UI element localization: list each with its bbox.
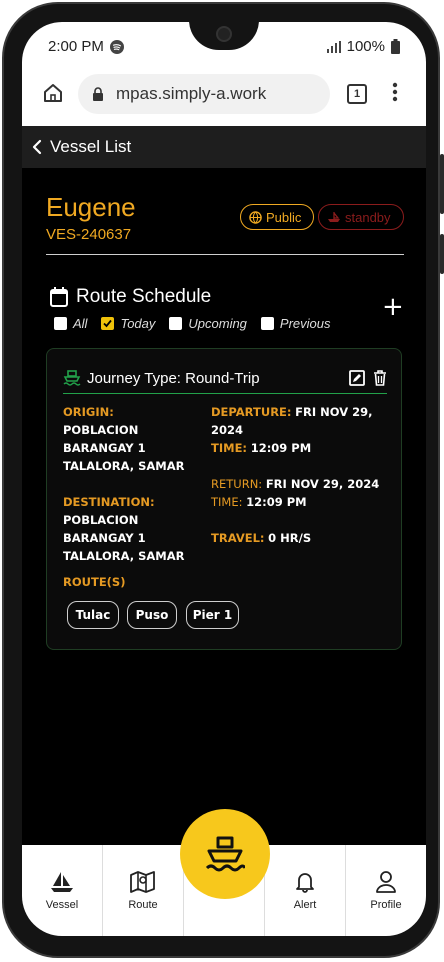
destination-block: DESTINATION: POBLACION BARANGAY 1 TALALO… — [63, 493, 185, 565]
origin-line-1: POBLACION — [63, 423, 139, 437]
map-icon — [130, 870, 155, 893]
filter-today-label: Today — [120, 316, 156, 331]
route-chip-pier-1[interactable]: Pier 1 — [186, 601, 239, 629]
edit-icon[interactable] — [349, 370, 365, 386]
more-options-icon[interactable] — [392, 82, 398, 102]
volume-button — [440, 234, 444, 274]
card-header: Journey Type: Round-Trip — [63, 365, 387, 391]
checkbox-upcoming[interactable] — [169, 317, 183, 330]
signal-icon — [326, 40, 341, 53]
phone-frame: 2:00 PM 100% mpas.simply-a.work 1 Vessel… — [2, 2, 444, 958]
ferry-icon — [63, 370, 81, 386]
nav-vessel-label: Vessel — [45, 898, 79, 911]
home-icon[interactable] — [42, 82, 64, 104]
user-icon — [376, 870, 396, 893]
nav-profile[interactable]: Profile — [346, 845, 426, 936]
destination-line-1: POBLACION — [63, 513, 139, 527]
ferry-fab-button[interactable] — [180, 809, 270, 899]
origin-block: ORIGIN: POBLACION BARANGAY 1 TALALORA, S… — [63, 403, 185, 475]
ferry-fab-icon — [205, 836, 245, 872]
vessel-id: VES-240637 — [46, 226, 132, 243]
lock-icon — [93, 87, 103, 101]
trash-icon[interactable] — [373, 370, 387, 386]
battery-percent: 100% — [346, 38, 385, 55]
screen: 2:00 PM 100% mpas.simply-a.work 1 Vessel… — [22, 22, 426, 936]
battery-icon — [391, 39, 400, 54]
nav-profile-label: Profile — [370, 898, 402, 911]
departure-time-label: TIME: — [211, 441, 248, 455]
checkbox-previous[interactable] — [260, 317, 274, 330]
route-schedule-title: Route Schedule — [76, 286, 212, 307]
public-badge[interactable]: Public — [240, 204, 314, 230]
route-chip-tulac[interactable]: Tulac — [67, 601, 119, 629]
return-block: RETURN: FRI NOV 29, 2024 TIME: 12:09 PM — [211, 475, 391, 511]
return-label: RETURN: — [211, 477, 263, 491]
route-schedule-heading: Route Schedule — [50, 286, 211, 308]
url-text: mpas.simply-a.work — [116, 84, 267, 103]
filter-upcoming-label: Upcoming — [188, 316, 247, 331]
nav-vessel[interactable]: Vessel — [22, 845, 103, 936]
schedule-filters: All Today Upcoming Previous — [54, 316, 345, 331]
filter-all[interactable]: All — [54, 316, 87, 331]
header-divider — [46, 254, 404, 255]
destination-line-2: BARANGAY 1 — [63, 531, 146, 545]
vessel-name: Eugene — [46, 192, 136, 222]
return-time: 12:09 PM — [246, 495, 307, 509]
origin-line-3: TALALORA, SAMAR — [63, 459, 185, 473]
departure-year: 2024 — [211, 423, 244, 437]
filter-upcoming[interactable]: Upcoming — [169, 316, 247, 331]
globe-icon — [249, 210, 262, 224]
back-label: Vessel List — [50, 137, 132, 156]
filter-previous[interactable]: Previous — [260, 316, 331, 331]
public-label: Public — [266, 209, 302, 225]
status-time: 2:00 PM — [48, 38, 104, 55]
card-header-underline — [63, 393, 387, 394]
journey-type: Journey Type: Round-Trip — [87, 369, 260, 387]
travel-block: TRAVEL: 0 HR/S — [211, 529, 311, 547]
camera-icon — [216, 26, 232, 42]
checkbox-all[interactable] — [54, 317, 67, 330]
standby-badge[interactable]: standby — [318, 204, 404, 230]
sailboat-icon — [51, 871, 73, 892]
nav-route[interactable]: Route — [103, 845, 184, 936]
origin-line-2: BARANGAY 1 — [63, 441, 146, 455]
chevron-left-icon — [32, 139, 42, 155]
departure-block: DEPARTURE: FRI NOV 29, 2024 TIME: 12:09 … — [211, 403, 391, 457]
return-time-label: TIME: — [211, 495, 243, 509]
nav-route-label: Route — [128, 898, 158, 911]
schedule-card: Journey Type: Round-Trip ORIGIN: POBLACI… — [46, 348, 402, 650]
routes-block: ROUTE(S) — [63, 573, 125, 591]
nav-alert[interactable]: Alert — [265, 845, 346, 936]
tab-switcher-button[interactable]: 1 — [347, 84, 367, 104]
ship-icon — [328, 212, 340, 222]
calendar-icon — [50, 287, 68, 307]
add-schedule-button[interactable]: + — [382, 292, 404, 322]
filter-previous-label: Previous — [279, 316, 331, 331]
travel-label: TRAVEL: — [211, 531, 265, 545]
bell-icon — [296, 872, 314, 893]
departure-label: DEPARTURE: — [211, 405, 292, 419]
address-bar[interactable]: mpas.simply-a.work — [78, 74, 330, 114]
destination-line-3: TALALORA, SAMAR — [63, 549, 185, 563]
routes-label: ROUTE(S) — [63, 575, 126, 589]
destination-label: DESTINATION: — [63, 495, 155, 509]
filter-all-label: All — [73, 316, 88, 331]
standby-label: standby — [345, 209, 391, 225]
route-chip-puso[interactable]: Puso — [127, 601, 177, 629]
departure-time: 12:09 PM — [250, 441, 312, 455]
nav-alert-label: Alert — [293, 898, 317, 911]
checkbox-today[interactable] — [101, 317, 115, 330]
departure-date: FRI NOV 29, — [295, 405, 373, 419]
check-icon — [103, 319, 113, 328]
return-date: FRI NOV 29, 2024 — [265, 477, 380, 491]
power-button — [440, 154, 444, 214]
spotify-icon — [109, 39, 124, 54]
back-nav[interactable]: Vessel List — [22, 126, 426, 168]
browser-toolbar: mpas.simply-a.work 1 — [22, 70, 426, 126]
origin-label: ORIGIN: — [63, 405, 114, 419]
filter-today[interactable]: Today — [101, 316, 155, 331]
travel-value: 0 HR/S — [268, 531, 312, 545]
